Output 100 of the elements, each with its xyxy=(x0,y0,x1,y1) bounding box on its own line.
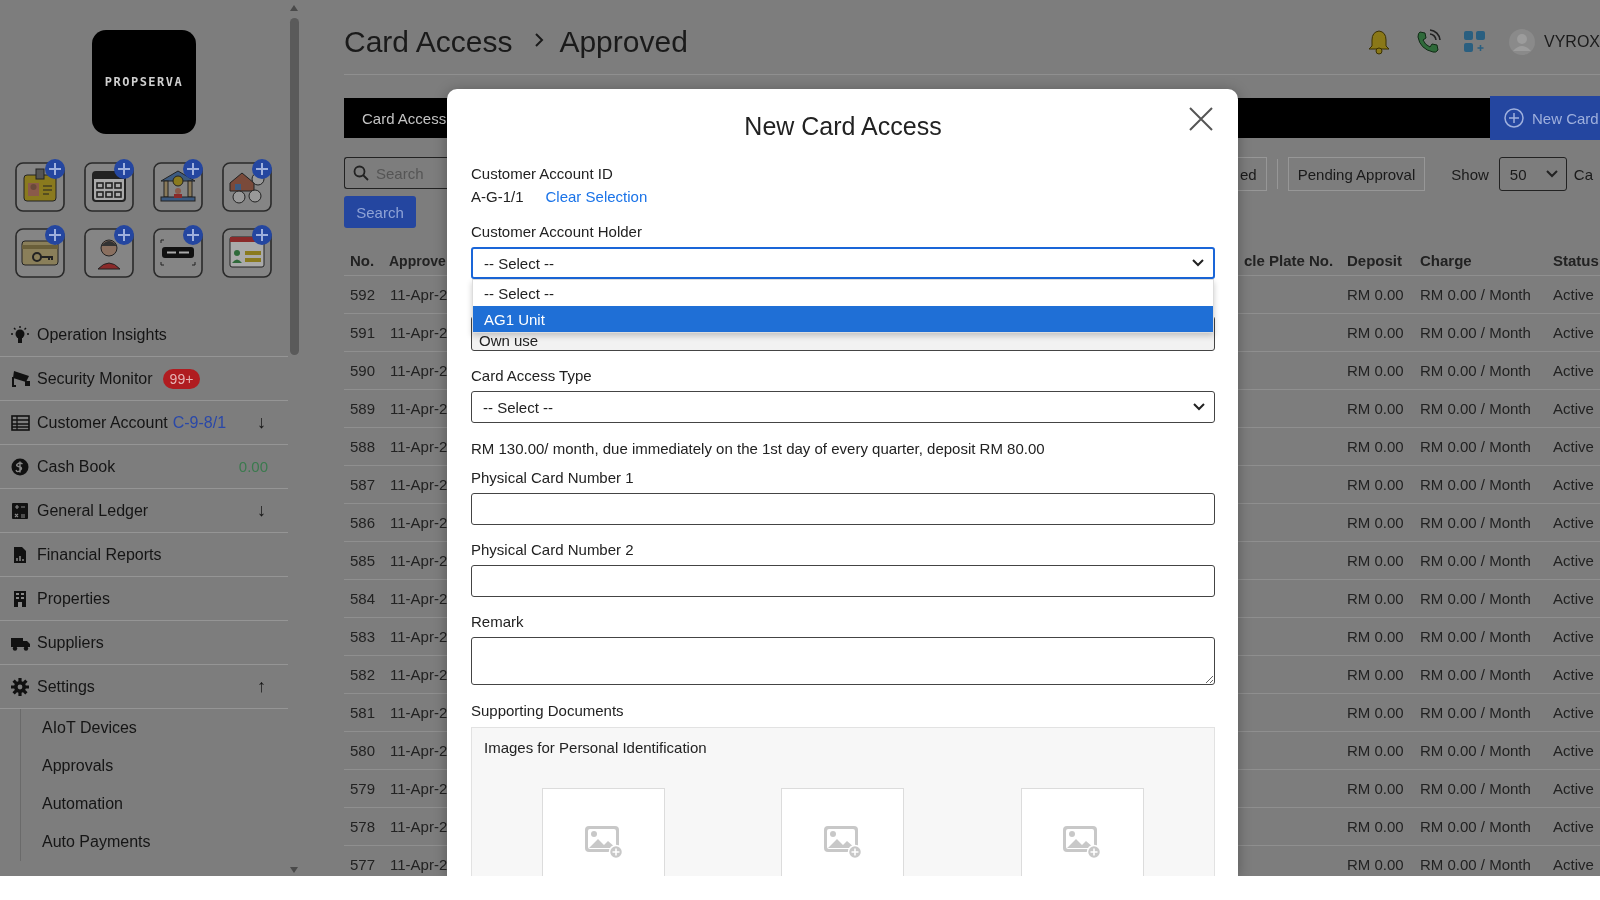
table-cell-text: Active xyxy=(1552,856,1595,873)
scroll-down-icon[interactable] xyxy=(289,866,299,874)
add-image-icon xyxy=(823,823,863,859)
nav-item[interactable]: General Ledger ↓ xyxy=(0,489,288,533)
toolbar-label: Ca xyxy=(1573,166,1593,183)
page-title: Card Access xyxy=(344,24,513,59)
table-icon xyxy=(11,413,30,432)
table-cell-text: 582 xyxy=(349,666,377,683)
nav-item[interactable]: Suppliers xyxy=(0,621,288,665)
field-label: Remark xyxy=(471,613,525,631)
chevron-right-icon xyxy=(534,31,546,48)
logo[interactable]: PROPSERVA xyxy=(92,30,196,134)
table-cell-text: RM 0.00 xyxy=(1346,742,1405,759)
table-cell-text: Active xyxy=(1552,590,1595,607)
table-cell-text: 11-Apr-2 xyxy=(389,362,447,379)
dollar-coin-icon xyxy=(11,457,30,476)
bulb-icon xyxy=(11,325,30,344)
quick-add-button[interactable] xyxy=(222,223,274,279)
table-cell-text: RM 0.00 xyxy=(1346,590,1405,607)
table-cell-text: 589 xyxy=(349,400,377,417)
table-cell-text: 584 xyxy=(349,590,377,607)
dropdown[interactable]: -- Select -- xyxy=(471,391,1215,423)
expand-arrow[interactable]: ↑ xyxy=(257,676,266,697)
bell-icon[interactable] xyxy=(1367,28,1391,55)
table-cell-text: Active xyxy=(1552,514,1595,531)
quick-add-button[interactable] xyxy=(15,223,67,279)
table-cell-text: RM 0.00 / Month xyxy=(1419,400,1532,417)
nav-item[interactable]: Properties xyxy=(0,577,288,621)
table-cell-text: 581 xyxy=(349,704,377,721)
table-cell-text: RM 0.00 xyxy=(1346,514,1405,531)
card-number-field[interactable] xyxy=(471,493,1215,525)
table-cell-text: Active xyxy=(1552,704,1595,721)
table-cell-text: RM 0.00 xyxy=(1346,400,1405,417)
chevron-down-icon xyxy=(1193,403,1205,411)
table-cell-text: 586 xyxy=(349,514,377,531)
table-cell-text: 11-Apr-2 xyxy=(389,286,447,303)
table-cell-text: RM 0.00 xyxy=(1346,628,1405,645)
nav-item[interactable]: Cash Book 0.00 xyxy=(0,445,288,489)
table-cell-text: 11-Apr-2 xyxy=(389,590,447,607)
nav-item[interactable]: Financial Reports xyxy=(0,533,288,577)
house-icon xyxy=(222,157,274,213)
nav-subitem[interactable]: AIoT Devices xyxy=(21,709,288,747)
quick-add-button[interactable] xyxy=(153,157,205,213)
filter-button[interactable]: Pending Approval xyxy=(1287,157,1426,191)
dropdown-option[interactable]: AG1 Unit xyxy=(473,306,1213,332)
table-cell-text: RM 0.00 xyxy=(1346,438,1405,455)
table-cell-text: 590 xyxy=(349,362,377,379)
nav-item[interactable]: Security Monitor 99+ xyxy=(0,357,288,401)
search-button[interactable]: Search xyxy=(344,196,416,228)
table-cell-text: 11-Apr-2 xyxy=(389,324,447,341)
table-cell-text: Active xyxy=(1552,438,1595,455)
table-cell-text: 591 xyxy=(349,324,377,341)
nav-subitem[interactable]: Automation xyxy=(21,785,288,823)
phone-icon[interactable] xyxy=(1415,28,1441,55)
table-cell-text: 11-Apr-2 xyxy=(389,514,447,531)
dropdown[interactable]: -- Select -- xyxy=(471,247,1215,279)
balance-amount: 0.00 xyxy=(238,458,268,475)
search-icon xyxy=(353,165,369,181)
column-header: Charge xyxy=(1419,252,1473,269)
table-cell-text: 11-Apr-2 xyxy=(389,552,447,569)
close-icon[interactable] xyxy=(1188,106,1214,132)
table-cell-text: RM 0.00 / Month xyxy=(1419,742,1532,759)
person-icon xyxy=(84,223,136,279)
table-cell-text: Active xyxy=(1552,628,1595,645)
table-cell-text: RM 0.00 xyxy=(1346,286,1405,303)
table-cell-text: RM 0.00 / Month xyxy=(1419,666,1532,683)
nav-subitem[interactable]: Auto Payments xyxy=(21,823,288,861)
show-label: Show xyxy=(1451,166,1489,183)
quick-add-button[interactable] xyxy=(84,223,136,279)
nav-item[interactable]: Customer Account C-9-8/1 ↓ xyxy=(0,401,288,445)
remark-field[interactable] xyxy=(471,637,1215,685)
id-card-icon xyxy=(15,157,67,213)
new-card-button[interactable]: New Card xyxy=(1490,96,1600,140)
quick-add-button[interactable] xyxy=(222,157,274,213)
table-cell-text: RM 0.00 xyxy=(1346,704,1405,721)
column-header: Approve xyxy=(388,252,447,269)
table-cell-text: RM 0.00 / Month xyxy=(1419,590,1532,607)
expand-arrow[interactable]: ↓ xyxy=(257,412,266,433)
account-id: A-G-1/1 xyxy=(471,188,524,206)
user-name[interactable]: VYROX xyxy=(1544,32,1600,51)
scroll-up-icon[interactable] xyxy=(289,4,299,12)
table-cell-text: 11-Apr-2 xyxy=(389,742,447,759)
table-cell-text: RM 0.00 / Month xyxy=(1419,362,1532,379)
column-header: cle Plate No. xyxy=(1243,252,1335,269)
table-cell-text: 587 xyxy=(349,476,377,493)
nav-subitem[interactable]: Approvals xyxy=(21,747,288,785)
expand-arrow[interactable]: ↓ xyxy=(257,500,266,521)
table-cell-text: 592 xyxy=(349,286,377,303)
clear-selection-link[interactable]: Clear Selection xyxy=(545,188,648,206)
quick-add-button[interactable] xyxy=(153,223,205,279)
panel-title: Images for Personal Identification xyxy=(484,739,708,757)
table-cell-text: Active xyxy=(1552,818,1595,835)
dropdown-option[interactable]: -- Select -- xyxy=(473,280,1213,306)
quick-add-button[interactable] xyxy=(84,157,136,213)
card-number-field[interactable] xyxy=(471,565,1215,597)
nav-item[interactable]: Settings ↑ xyxy=(0,665,288,709)
dialog-title: New Card Access xyxy=(744,111,942,141)
table-cell-text: RM 0.00 xyxy=(1346,362,1405,379)
table-cell-text: 11-Apr-2 xyxy=(389,856,447,873)
page-size-select[interactable]: 50 xyxy=(1498,157,1567,191)
